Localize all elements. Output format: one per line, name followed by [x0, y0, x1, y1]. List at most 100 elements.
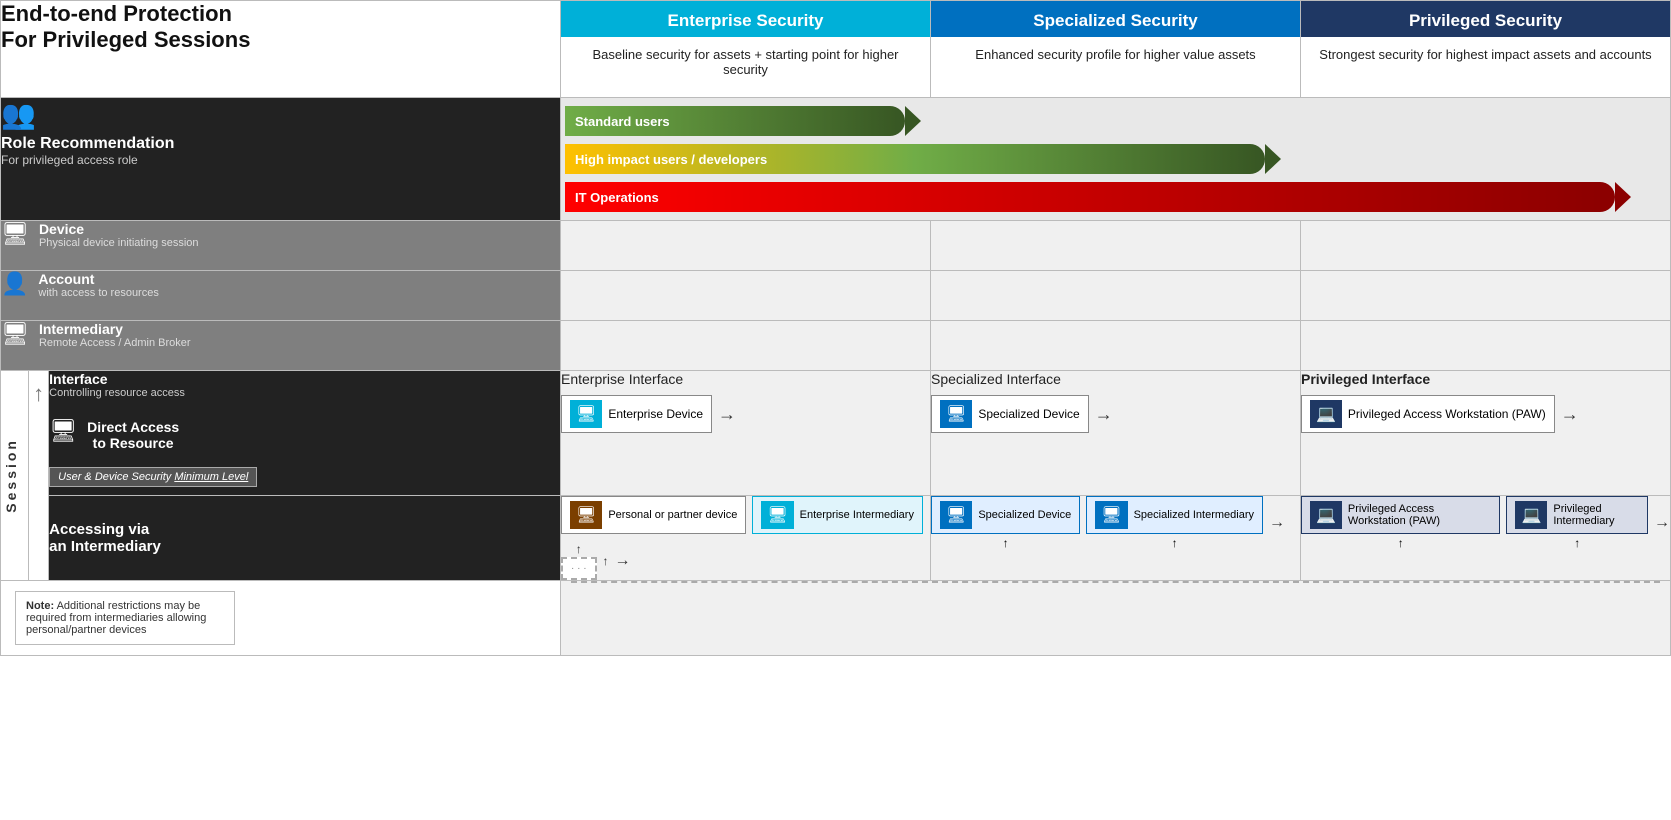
high-impact-arrow: High impact users / developers — [565, 144, 1265, 174]
privileged-desc: Strongest security for highest impact as… — [1301, 37, 1670, 97]
enterprise-accessing-cell: 🖥 Personal or partner device 🖥 Enterpris… — [561, 496, 931, 581]
privileged-device-box: 💻 Privileged Access Workstation (PAW) — [1301, 395, 1555, 433]
personal-device-label: Personal or partner device — [608, 509, 737, 521]
device-icon: 🖥 — [1, 221, 29, 247]
arrows-container: Standard users High impact users / devel… — [561, 98, 1670, 220]
up-arrow-col: ↑ — [29, 371, 49, 581]
specialized-device-label: Specialized Device — [978, 407, 1079, 421]
privileged-interface-cell: Privileged Interface 💻 Privileged Access… — [1301, 371, 1671, 496]
intermediary-enterprise-cell — [561, 321, 931, 371]
enterprise-device-row: 🖥 Enterprise Device → — [561, 395, 930, 433]
account-label-cell: 👤 Account with access to resources — [1, 271, 561, 321]
ent-right-arrow: → — [615, 552, 631, 570]
ent-up-arrow2: ↑ — [603, 554, 609, 568]
note-cell: Note: Additional restrictions may be req… — [1, 581, 561, 656]
accessing-label-cell: Accessing via an Intermediary — [49, 496, 561, 581]
page-title: End-to-end Protection For Privileged Ses… — [1, 1, 560, 54]
note-text: Additional restrictions may be required … — [26, 600, 206, 636]
account-icon: 👤 — [1, 271, 28, 297]
account-specialized-cell — [931, 271, 1301, 321]
specialized-device-row: 🖥 Specialized Device → — [931, 395, 1300, 433]
note-right-cell — [561, 581, 1671, 656]
main-table: End-to-end Protection For Privileged Ses… — [0, 0, 1671, 656]
note-label: Note: — [26, 600, 54, 612]
device-privileged-cell — [1301, 221, 1671, 271]
privileged-header: Privileged Security — [1301, 1, 1670, 37]
role-rec-title: Role Recommendation — [1, 135, 560, 153]
enterprise-interface-cell: Enterprise Interface 🖥 Enterprise Device… — [561, 371, 931, 496]
interface-label-cell: Interface Controlling resource access 🖥 … — [49, 371, 561, 496]
note-box: Note: Additional restrictions may be req… — [15, 591, 235, 645]
intermediary-label-title: Intermediary — [1, 321, 560, 337]
spec-inter-box: 🖥 Specialized Intermediary — [1086, 496, 1263, 534]
device-label-sub: Physical device initiating session — [1, 237, 560, 249]
intermediary-icon: 🖥 — [1, 321, 29, 347]
priv-right-arr: → — [1654, 514, 1670, 532]
intermediary-specialized-cell — [931, 321, 1301, 371]
enterprise-desc: Baseline security for assets + starting … — [561, 37, 930, 97]
personal-device-box: 🖥 Personal or partner device — [561, 496, 746, 534]
enterprise-arrow-right: → — [718, 404, 736, 425]
spec-inter-label: Specialized Intermediary — [1134, 509, 1254, 521]
spec-up1: ↑ — [1003, 536, 1009, 550]
role-rec-row: 👥 Role Recommendation For privileged acc… — [1, 98, 1671, 221]
role-rec-subtitle: For privileged access role — [1, 153, 560, 167]
accessing-title: Accessing via an Intermediary — [49, 521, 560, 555]
priv-inter-icon: 💻 — [1515, 501, 1547, 529]
it-ops-arrow: IT Operations — [565, 182, 1615, 212]
title-cell: End-to-end Protection For Privileged Ses… — [1, 1, 561, 98]
account-enterprise-cell — [561, 271, 931, 321]
role-rec-content: Standard users High impact users / devel… — [561, 98, 1671, 221]
intermediary-label-cell: 🖥 Intermediary Remote Access / Admin Bro… — [1, 321, 561, 371]
priv-up2: ↑ — [1574, 536, 1580, 550]
enterprise-header: Enterprise Security — [561, 1, 930, 37]
standard-users-arrow: Standard users — [565, 106, 905, 136]
spec-dev-icon: 🖥 — [940, 501, 972, 529]
session-col: Session — [1, 371, 29, 581]
enterprise-inter-box: 🖥 Enterprise Intermediary — [752, 496, 923, 534]
interface-subtitle: Controlling resource access — [49, 387, 560, 399]
interface-title: Interface — [49, 371, 560, 387]
account-privileged-cell — [1301, 271, 1671, 321]
privileged-device-label: Privileged Access Workstation (PAW) — [1348, 407, 1546, 421]
header-row: End-to-end Protection For Privileged Ses… — [1, 1, 1671, 98]
specialized-header-cell: Specialized Security Enhanced security p… — [931, 1, 1301, 98]
dashed-line — [571, 581, 1660, 583]
intermediary-privileged-cell — [1301, 321, 1671, 371]
high-impact-label: High impact users / developers — [575, 152, 767, 167]
privileged-accessing-cell: 💻 Privileged Access Workstation (PAW) ↑ … — [1301, 496, 1671, 581]
priv-up1: ↑ — [1398, 536, 1404, 550]
role-rec-label: 👥 Role Recommendation For privileged acc… — [1, 98, 561, 221]
specialized-device-box: 🖥 Specialized Device — [931, 395, 1089, 433]
intermediary-label-sub: Remote Access / Admin Broker — [1, 337, 560, 349]
ent-up-arrow: ↑ — [576, 542, 582, 556]
device-enterprise-cell — [561, 221, 931, 271]
specialized-desc: Enhanced security profile for higher val… — [931, 37, 1300, 97]
direct-access-icon: 🖥 — [49, 418, 77, 444]
device-label-cell: 🖥 Device Physical device initiating sess… — [1, 221, 561, 271]
min-level-badge: User & Device Security Minimum Level — [49, 467, 257, 487]
personal-device-icon: 🖥 — [570, 501, 602, 529]
up-arrow-icon: ↑ — [29, 381, 48, 407]
enterprise-device-box: 🖥 Enterprise Device — [561, 395, 712, 433]
specialized-header: Specialized Security — [931, 1, 1300, 37]
specialized-interface-cell: Specialized Interface 🖥 Specialized Devi… — [931, 371, 1301, 496]
accessing-row: Accessing via an Intermediary 🖥 Personal… — [1, 496, 1671, 581]
spec-dev-label: Specialized Device — [978, 509, 1071, 521]
specialized-device-icon: 🖥 — [940, 400, 972, 428]
spec-inter-icon: 🖥 — [1095, 501, 1127, 529]
account-label-sub: with access to resources — [1, 287, 560, 299]
specialized-interface-title: Specialized Interface — [931, 371, 1300, 387]
priv-dev-box: 💻 Privileged Access Workstation (PAW) — [1301, 496, 1500, 534]
spec-right-arr: → — [1269, 514, 1285, 532]
enterprise-inter-label: Enterprise Intermediary — [800, 509, 914, 521]
privileged-device-icon: 💻 — [1310, 400, 1342, 428]
enterprise-inter-icon: 🖥 — [761, 501, 793, 529]
interface-row: Session ↑ Interface Controlling resource… — [1, 371, 1671, 496]
priv-inter-label: Privileged Intermediary — [1553, 503, 1639, 527]
spec-dev-box: 🖥 Specialized Device — [931, 496, 1080, 534]
priv-dev-label: Privileged Access Workstation (PAW) — [1348, 503, 1492, 527]
session-label: Session — [1, 428, 21, 523]
note-row: Note: Additional restrictions may be req… — [1, 581, 1671, 656]
privileged-interface-title: Privileged Interface — [1301, 371, 1670, 387]
